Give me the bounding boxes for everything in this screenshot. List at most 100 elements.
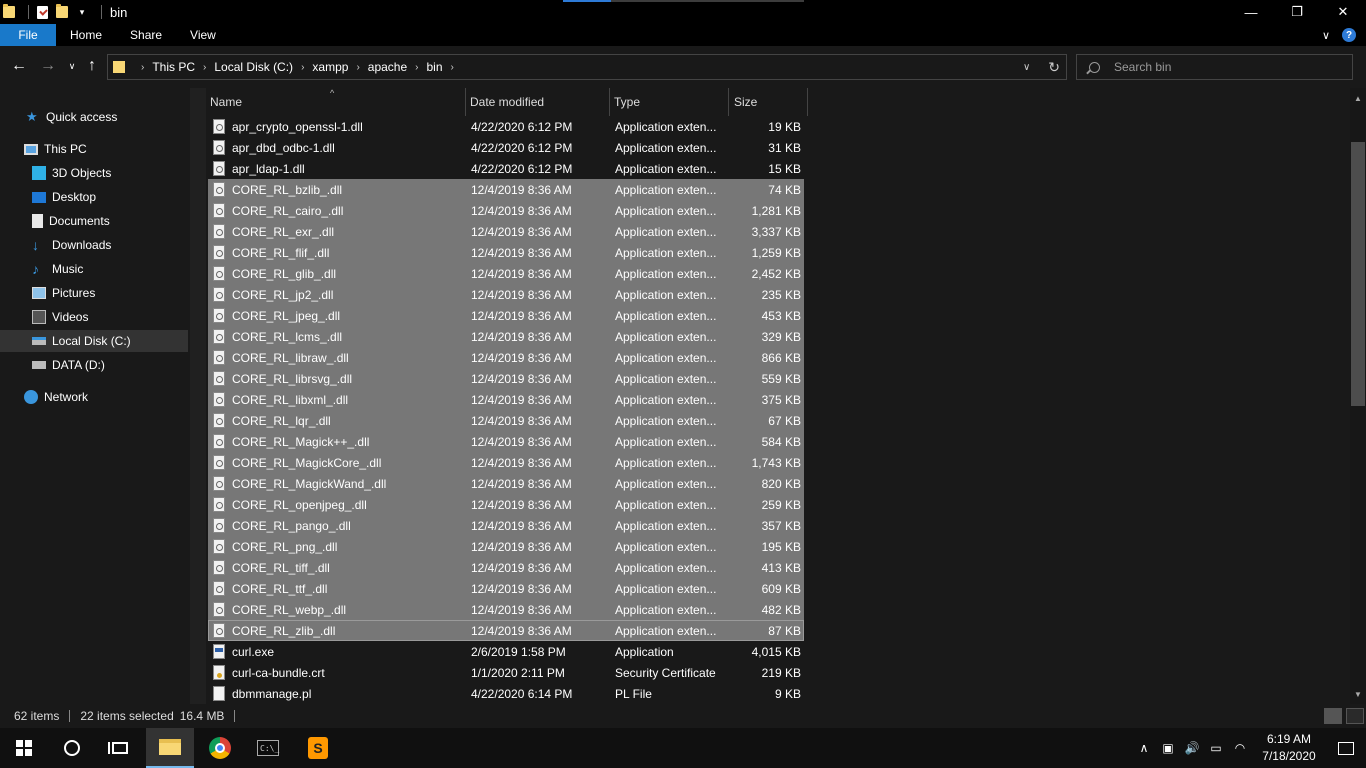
wifi-icon[interactable]: ◠: [1228, 728, 1252, 768]
file-row[interactable]: curl-ca-bundle.crt 1/1/2020 2:11 PM Securi…: [208, 662, 804, 683]
file-row[interactable]: CORE_RL_exr_.dll 12/4/2019 8:36 AM Applica…: [208, 221, 804, 242]
file-row[interactable]: CORE_RL_libraw_.dll 12/4/2019 8:36 AM Appl…: [208, 347, 804, 368]
file-row[interactable]: CORE_RL_ttf_.dll 12/4/2019 8:36 AM Applica…: [208, 578, 804, 599]
file-row[interactable]: CORE_RL_tiff_.dll 12/4/2019 8:36 AM Applic…: [208, 557, 804, 578]
show-hidden-icons-chevron-icon[interactable]: ∧: [1132, 728, 1156, 768]
tab-file[interactable]: File: [0, 24, 56, 46]
minimize-button[interactable]: —: [1228, 0, 1274, 24]
file-type: Application exten...: [615, 182, 717, 197]
breadcrumb-xampp[interactable]: xampp: [312, 60, 348, 74]
sidebar-item-desktop[interactable]: Desktop: [0, 186, 188, 208]
help-icon[interactable]: ?: [1342, 28, 1356, 42]
file-list-scrollbar[interactable]: ▲ ▼: [1350, 88, 1366, 704]
breadcrumb-this-pc[interactable]: This PC: [152, 60, 195, 74]
tab-share[interactable]: Share: [116, 24, 176, 46]
file-row[interactable]: dbmmanage.pl 4/22/2020 6:14 PM PL File 9 KB: [208, 683, 804, 704]
new-folder-icon[interactable]: [55, 4, 69, 19]
scroll-down-arrow-icon[interactable]: ▼: [1350, 686, 1366, 702]
breadcrumb-local-disk[interactable]: Local Disk (C:): [214, 60, 293, 74]
column-divider[interactable]: [728, 88, 729, 116]
file-row[interactable]: CORE_RL_MagickCore_.dll 12/4/2019 8:36 AM…: [208, 452, 804, 473]
sidebar-item-videos[interactable]: Videos: [0, 306, 188, 328]
sidebar-item-documents[interactable]: Documents: [0, 210, 188, 232]
file-row[interactable]: CORE_RL_openjpeg_.dll 12/4/2019 8:36 AM Ap…: [208, 494, 804, 515]
file-row[interactable]: apr_crypto_openssl-1.dll 4/22/2020 6:12 P…: [208, 116, 804, 137]
large-icons-view-icon[interactable]: [1346, 708, 1364, 724]
column-divider[interactable]: [807, 88, 808, 116]
back-arrow-icon[interactable]: ←: [9, 56, 29, 76]
action-center-button[interactable]: [1326, 728, 1366, 768]
volume-icon[interactable]: 🔊: [1180, 728, 1204, 768]
file-row[interactable]: CORE_RL_jpeg_.dll 12/4/2019 8:36 AM Applic…: [208, 305, 804, 326]
battery-icon[interactable]: ▭: [1204, 728, 1228, 768]
up-arrow-icon[interactable]: ↑: [82, 56, 102, 76]
file-row[interactable]: CORE_RL_libxml_.dll 12/4/2019 8:36 AM Appl…: [208, 389, 804, 410]
meet-now-icon[interactable]: ▣: [1156, 728, 1180, 768]
forward-arrow-icon[interactable]: →: [38, 56, 58, 76]
file-row[interactable]: CORE_RL_Magick++_.dll 12/4/2019 8:36 AM Ap…: [208, 431, 804, 452]
taskbar-file-explorer[interactable]: [146, 728, 194, 768]
chevron-right-icon[interactable]: ›: [141, 62, 144, 73]
tab-view[interactable]: View: [176, 24, 230, 46]
sidebar-item-local-disk-c[interactable]: Local Disk (C:): [0, 330, 188, 352]
chevron-right-icon[interactable]: ›: [203, 62, 206, 73]
task-view-button[interactable]: [96, 728, 144, 768]
file-row[interactable]: CORE_RL_jp2_.dll 12/4/2019 8:36 AM Applica…: [208, 284, 804, 305]
file-row[interactable]: CORE_RL_librsvg_.dll 12/4/2019 8:36 AM App…: [208, 368, 804, 389]
file-row[interactable]: CORE_RL_cairo_.dll 12/4/2019 8:36 AM Appli…: [208, 200, 804, 221]
file-row[interactable]: CORE_RL_zlib_.dll 12/4/2019 8:36 AM Applic…: [208, 620, 804, 641]
file-row[interactable]: curl.exe 2/6/2019 1:58 PM Application 4,015…: [208, 641, 804, 662]
chevron-right-icon[interactable]: ›: [356, 62, 359, 73]
scroll-up-arrow-icon[interactable]: ▲: [1350, 90, 1366, 106]
file-row[interactable]: apr_ldap-1.dll 4/22/2020 6:12 PM Applicati…: [208, 158, 804, 179]
chevron-right-icon[interactable]: ›: [451, 62, 454, 73]
sidebar-item-network[interactable]: Network: [0, 386, 188, 408]
sidebar-item-this-pc[interactable]: This PC: [0, 138, 188, 160]
file-row[interactable]: CORE_RL_glib_.dll 12/4/2019 8:36 AM Applic…: [208, 263, 804, 284]
tab-home[interactable]: Home: [56, 24, 116, 46]
folder-icon[interactable]: [2, 4, 16, 19]
sidebar-item-quick-access[interactable]: ★ Quick access: [0, 106, 188, 128]
column-header-type[interactable]: Type: [610, 88, 728, 116]
restore-button[interactable]: ❐: [1274, 0, 1320, 24]
sidebar-item-data-d[interactable]: DATA (D:): [0, 354, 188, 376]
file-row[interactable]: CORE_RL_lcms_.dll 12/4/2019 8:36 AM Applic…: [208, 326, 804, 347]
breadcrumb-apache[interactable]: apache: [368, 60, 407, 74]
file-row[interactable]: CORE_RL_webp_.dll 12/4/2019 8:36 AM Applic…: [208, 599, 804, 620]
start-button[interactable]: [0, 728, 48, 768]
taskbar-command-prompt[interactable]: C:\_: [244, 728, 292, 768]
search-input[interactable]: Search bin: [1076, 54, 1353, 80]
search-button[interactable]: [48, 728, 96, 768]
column-header-name[interactable]: Name ^: [206, 88, 464, 116]
file-row[interactable]: CORE_RL_flif_.dll 12/4/2019 8:36 AM Applic…: [208, 242, 804, 263]
chevron-right-icon[interactable]: ›: [301, 62, 304, 73]
refresh-icon[interactable]: ↻: [1048, 59, 1060, 76]
taskbar-clock[interactable]: 6:19 AM 7/18/2020: [1252, 728, 1326, 768]
expand-ribbon-chevron-icon[interactable]: ∨: [1322, 29, 1330, 42]
recent-locations-chevron-icon[interactable]: ∨: [62, 56, 82, 76]
file-row[interactable]: CORE_RL_lqr_.dll 12/4/2019 8:36 AM Applica…: [208, 410, 804, 431]
sidebar-item-downloads[interactable]: ↓ Downloads: [0, 234, 188, 256]
navigation-pane-scrollbar[interactable]: [190, 88, 206, 704]
breadcrumb-bin[interactable]: bin: [427, 60, 443, 74]
customize-toolbar-chevron-icon[interactable]: ▾: [75, 5, 89, 19]
scrollbar-thumb[interactable]: [1351, 142, 1365, 406]
column-header-date-modified[interactable]: Date modified: [466, 88, 608, 116]
file-row[interactable]: apr_dbd_odbc-1.dll 4/22/2020 6:12 PM Appli…: [208, 137, 804, 158]
details-view-icon[interactable]: [1324, 708, 1342, 724]
sidebar-item-3d-objects[interactable]: 3D Objects: [0, 162, 188, 184]
sidebar-item-music[interactable]: ♪ Music: [0, 258, 188, 280]
address-bar[interactable]: › This PC › Local Disk (C:) › xampp › ap…: [107, 54, 1067, 80]
file-row[interactable]: CORE_RL_bzlib_.dll 12/4/2019 8:36 AM Appli…: [208, 179, 804, 200]
taskbar-chrome[interactable]: [196, 728, 244, 768]
file-row[interactable]: CORE_RL_png_.dll 12/4/2019 8:36 AM Applica…: [208, 536, 804, 557]
chevron-right-icon[interactable]: ›: [415, 62, 418, 73]
close-button[interactable]: ✕: [1320, 0, 1366, 24]
taskbar-sublime-text[interactable]: S: [294, 728, 342, 768]
address-dropdown-chevron-icon[interactable]: ∨: [1023, 62, 1030, 73]
sidebar-item-pictures[interactable]: Pictures: [0, 282, 188, 304]
properties-icon[interactable]: [35, 5, 49, 19]
file-row[interactable]: CORE_RL_pango_.dll 12/4/2019 8:36 AM Appli…: [208, 515, 804, 536]
column-header-size[interactable]: Size: [730, 88, 806, 116]
file-row[interactable]: CORE_RL_MagickWand_.dll 12/4/2019 8:36 AM…: [208, 473, 804, 494]
